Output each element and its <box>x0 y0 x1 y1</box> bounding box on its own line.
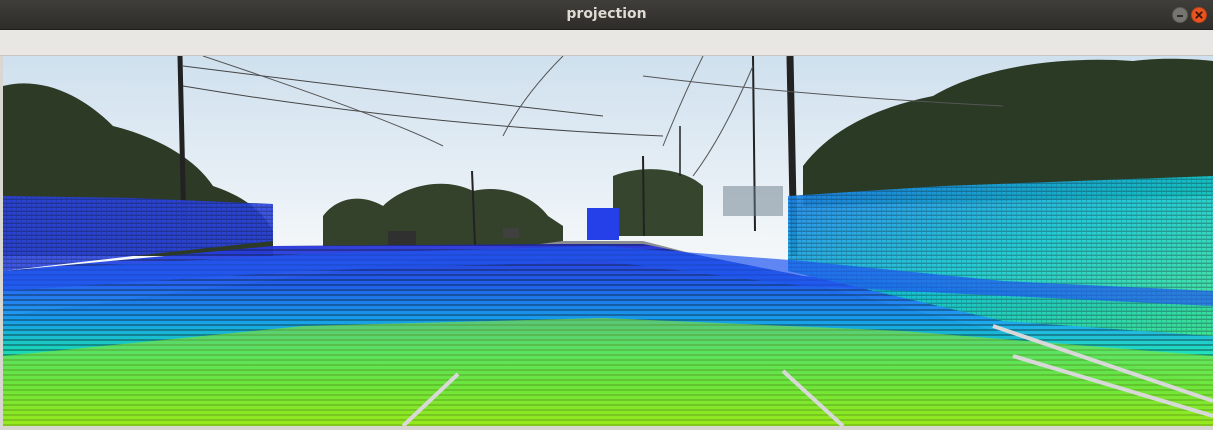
minimize-button[interactable] <box>1172 7 1188 23</box>
distant-buildings <box>723 186 783 216</box>
projection-canvas <box>3 56 1213 426</box>
title-bar[interactable]: projection <box>0 0 1213 30</box>
close-icon <box>1195 11 1203 19</box>
projection-image-view[interactable] <box>3 56 1213 426</box>
window-title: projection <box>566 6 647 22</box>
window-frame-bottom <box>0 426 1213 430</box>
toolbar <box>0 30 1213 56</box>
close-button[interactable] <box>1191 7 1207 23</box>
